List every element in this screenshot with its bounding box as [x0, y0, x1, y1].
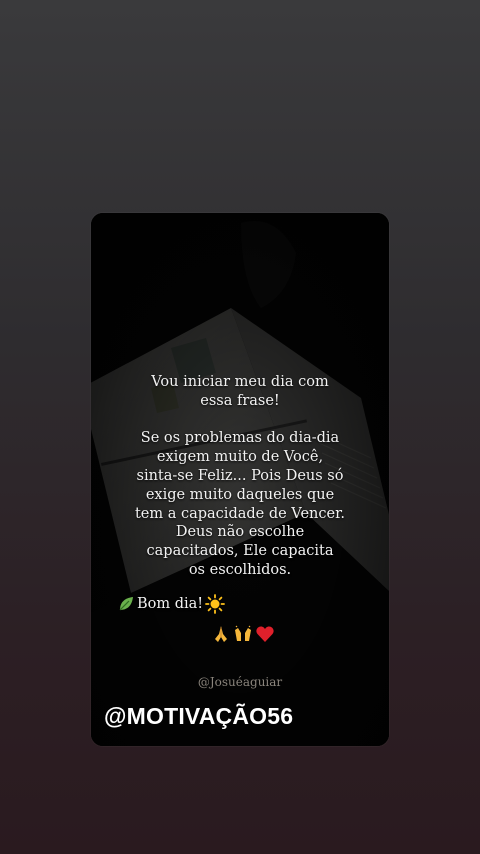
praying-hands-icon [215, 626, 227, 642]
heart-icon [256, 626, 274, 642]
reaction-icons [211, 624, 275, 644]
quote-spacer [111, 411, 369, 430]
quote-line: Deus não escolhe [175, 524, 305, 541]
greeting: Bom dia! [117, 594, 226, 614]
leaf-icon [119, 597, 133, 611]
quote-line: exige muito daqueles que [145, 486, 335, 503]
greeting-text: Bom dia! [137, 596, 204, 612]
quote-text: Vou iniciar meu dia com essa frase! Se o… [111, 373, 369, 580]
author-handle: @Josuéaguiar [197, 675, 283, 689]
quote-line: exigem muito de Você, [156, 449, 324, 466]
quote-line: Vou iniciar meu dia com [151, 374, 329, 390]
brand-handle: @MOTIVAÇÃO56 [104, 703, 294, 729]
quote-line: tem a capacidade de Vencer. [134, 505, 346, 522]
quote-line: os escolhidos. [188, 561, 292, 578]
story-card: Vou iniciar meu dia com essa frase! Se o… [91, 213, 389, 746]
quote-line: essa frase! [200, 392, 280, 409]
sun-icon [205, 594, 226, 614]
quote-line: capacitados, Ele capacita [146, 543, 334, 560]
raising-hands-icon [235, 625, 251, 641]
quote-line: Se os problemas do dia-dia [140, 430, 340, 447]
quote-line: sinta-se Feliz... Pois Deus só [136, 467, 344, 484]
